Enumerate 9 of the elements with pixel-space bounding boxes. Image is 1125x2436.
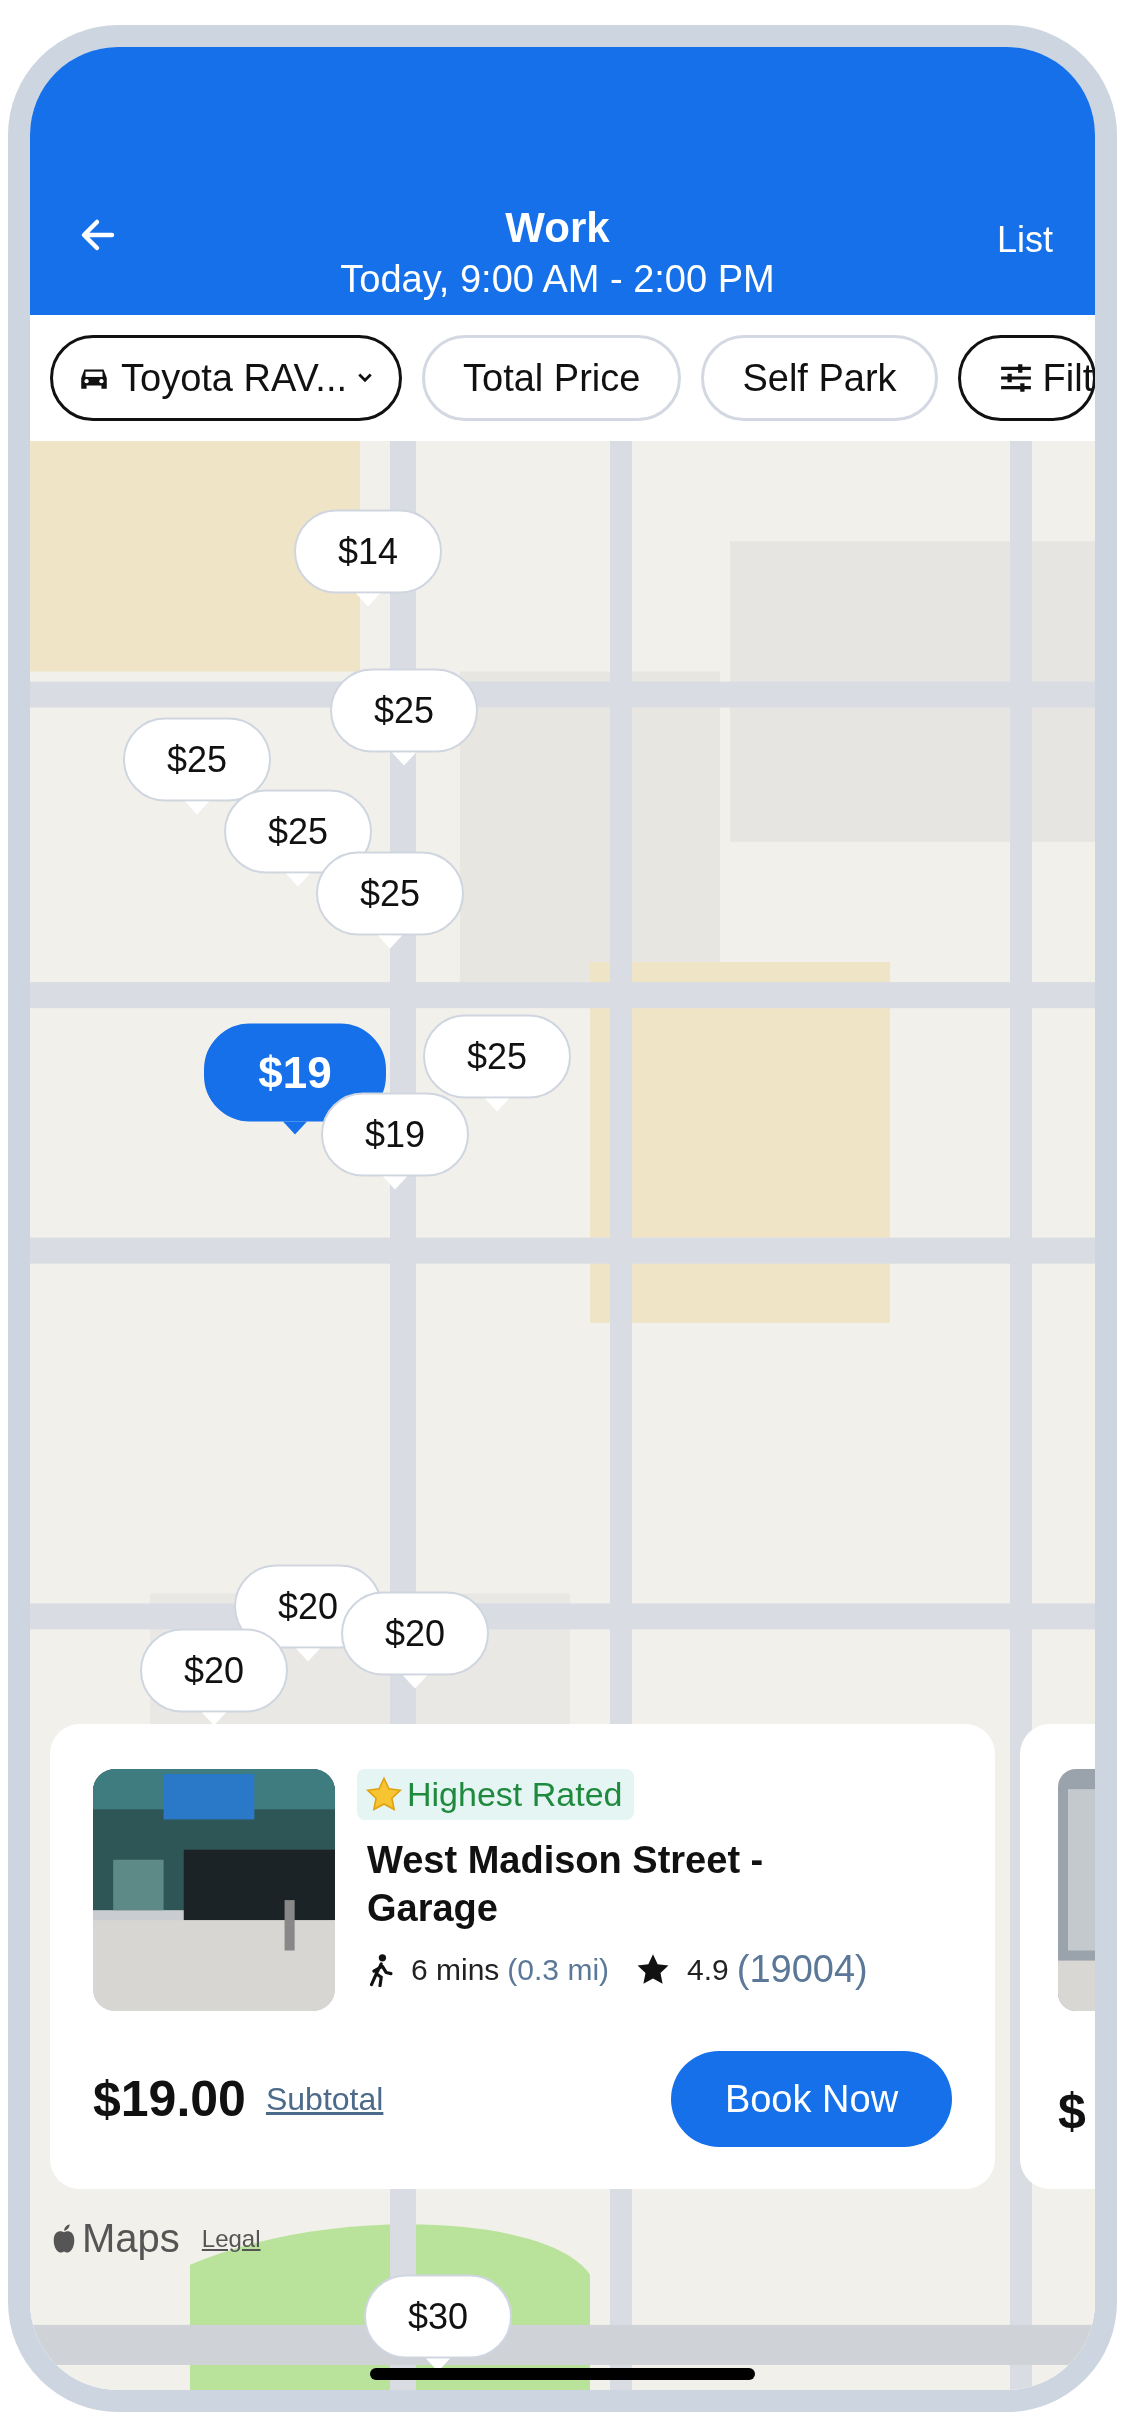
sliders-icon [998,363,1033,393]
time-range: Today, 9:00 AM - 2:00 PM [340,258,775,301]
filter-chip[interactable]: Total Price [422,335,682,421]
filter-chip[interactable]: Self Park [701,335,938,421]
caret-icon [357,372,373,384]
filter-chip[interactable]: Toyota RAV... [50,335,402,421]
screen-title: Work [505,204,610,252]
list-link[interactable]: List [996,219,1053,261]
filter-chip[interactable]: Filt [957,335,1095,421]
